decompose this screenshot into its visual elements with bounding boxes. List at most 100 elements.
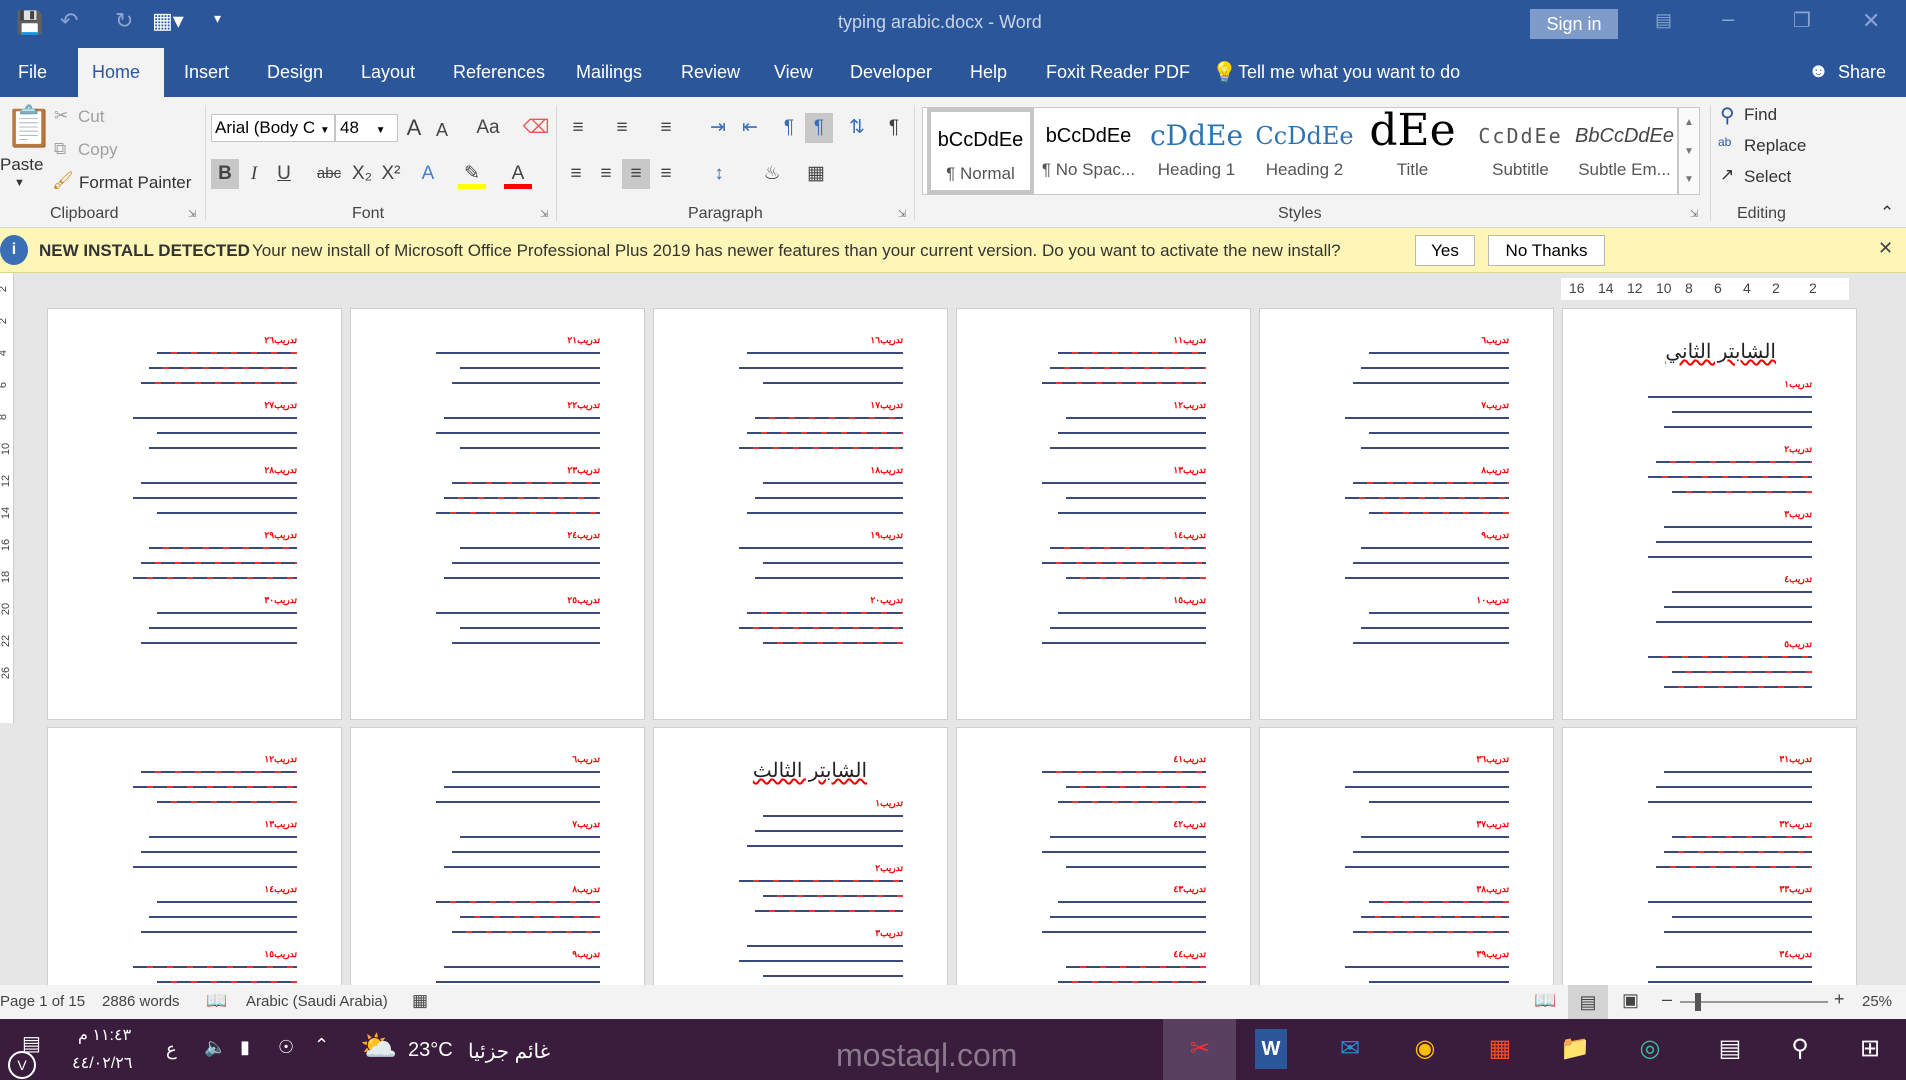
paste-dropdown-icon[interactable]: ▼: [14, 177, 25, 189]
document-page[interactable]: تدريب٢١ تدريب٢٢ تدريب٢٣ تدريب٢٤ تدريب٢٥: [350, 308, 645, 720]
tab-view[interactable]: View: [760, 48, 827, 97]
style-subtle-emphasis[interactable]: BbCcDdEe Subtle Em...: [1571, 108, 1678, 194]
subscript-icon[interactable]: X₂: [348, 159, 376, 189]
tab-review[interactable]: Review: [667, 48, 754, 97]
snipping-tool-icon[interactable]: ✂: [1180, 1029, 1220, 1069]
increase-indent-icon[interactable]: ⇤: [736, 113, 764, 143]
style-heading-2[interactable]: CcDdEe Heading 2: [1251, 108, 1358, 194]
volume-icon[interactable]: 🔈: [204, 1037, 226, 1058]
zoom-in-button[interactable]: +: [1834, 989, 1845, 1010]
borders-icon[interactable]: ▦: [802, 159, 830, 189]
clear-formatting-icon[interactable]: ⌫: [522, 113, 550, 143]
document-page[interactable]: تدريب١١ تدريب١٢ تدريب١٣ تدريب١٤ تدريب١٥: [956, 308, 1251, 720]
styles-launcher-icon[interactable]: ⇲: [1690, 209, 1698, 220]
macro-icon[interactable]: ▦: [412, 991, 428, 1011]
align-right-icon[interactable]: ≡: [622, 159, 650, 189]
tab-design[interactable]: Design: [253, 48, 337, 97]
show-hidden-icons[interactable]: ⌃: [314, 1035, 329, 1056]
clock-time[interactable]: ١١:٤٣ م: [78, 1025, 131, 1045]
word-icon[interactable]: W: [1255, 1029, 1287, 1069]
notifications-icon[interactable]: ▤: [22, 1031, 41, 1056]
start-icon[interactable]: ⊞: [1850, 1029, 1890, 1069]
vertical-ruler[interactable]: 224681012141618202226: [0, 273, 14, 723]
table-icon[interactable]: ▦▾: [152, 8, 184, 34]
show-formatting-icon[interactable]: ¶: [880, 113, 908, 143]
font-size-dropdown[interactable]: 48 ▼: [335, 114, 398, 142]
tell-me-input[interactable]: Tell me what you want to do: [1238, 62, 1460, 83]
tab-home[interactable]: Home: [78, 48, 164, 97]
mail-icon[interactable]: ✉: [1330, 1029, 1370, 1069]
horizontal-ruler[interactable]: 16 14 12 10 8 6 4 2 2: [1561, 278, 1849, 300]
restore-button[interactable]: ❐: [1793, 8, 1811, 33]
font-color-icon[interactable]: A: [504, 159, 532, 189]
save-icon[interactable]: 💾: [16, 10, 43, 36]
italic-button[interactable]: I: [240, 159, 268, 189]
word-count[interactable]: 2886 words: [102, 993, 180, 1010]
store-icon[interactable]: ▦: [1480, 1029, 1520, 1069]
search-icon[interactable]: ⚲: [1780, 1029, 1820, 1069]
language-indicator[interactable]: Arabic (Saudi Arabia): [246, 993, 388, 1010]
minimize-button[interactable]: –: [1722, 6, 1734, 32]
input-language[interactable]: ع: [166, 1039, 177, 1060]
proofing-icon[interactable]: 📖: [206, 991, 227, 1011]
grow-font-icon[interactable]: A: [400, 113, 428, 143]
cut-button[interactable]: Cut: [78, 107, 104, 127]
battery-icon[interactable]: ▮: [240, 1037, 250, 1058]
clock-date[interactable]: ٤٤/٠٢/٢٦: [72, 1053, 132, 1073]
font-name-dropdown[interactable]: Arial (Body C ▼: [211, 114, 335, 142]
align-center-icon[interactable]: ≡: [592, 159, 620, 189]
document-page[interactable]: تدريب٢٦ تدريب٢٧ تدريب٢٨ تدريب٢٩ تدريب٣٠: [47, 308, 342, 720]
align-left-icon[interactable]: ≡: [562, 159, 590, 189]
paragraph-launcher-icon[interactable]: ⇲: [898, 209, 906, 220]
strikethrough-button[interactable]: abc: [312, 159, 346, 189]
shrink-font-icon[interactable]: A: [428, 115, 456, 145]
tab-developer[interactable]: Developer: [836, 48, 946, 97]
decrease-indent-icon[interactable]: ⇥: [704, 113, 732, 143]
tab-references[interactable]: References: [439, 48, 559, 97]
chrome-icon[interactable]: ◉: [1405, 1029, 1445, 1069]
find-button[interactable]: Find: [1744, 105, 1777, 125]
document-page[interactable]: تدريب١٢ تدريب١٣ تدريب١٤ تدريب١٥: [47, 727, 342, 985]
multilevel-list-icon[interactable]: ≡: [652, 113, 680, 143]
clipboard-launcher-icon[interactable]: ⇲: [188, 209, 196, 220]
redo-icon[interactable]: ↻: [115, 8, 133, 34]
tab-foxit[interactable]: Foxit Reader PDF: [1032, 48, 1204, 97]
read-mode-icon[interactable]: 📖: [1534, 990, 1556, 1011]
tab-help[interactable]: Help: [956, 48, 1021, 97]
yes-button[interactable]: Yes: [1415, 235, 1475, 266]
document-page[interactable]: تدريب٣٦ تدريب٣٧ تدريب٣٨ تدريب٣٩: [1259, 727, 1554, 985]
document-page[interactable]: تدريب٤١ تدريب٤٢ تدريب٤٣ تدريب٤٤: [956, 727, 1251, 985]
underline-button[interactable]: U: [270, 159, 298, 189]
justify-icon[interactable]: ≡: [652, 159, 680, 189]
document-page[interactable]: تدريب٦ تدريب٧ تدريب٨ تدريب٩ تدريب١٠: [1259, 308, 1554, 720]
font-launcher-icon[interactable]: ⇲: [540, 209, 548, 220]
customize-qat-icon[interactable]: ▾: [214, 10, 221, 27]
document-page[interactable]: الشابتر الثاني تدريب١ تدريب٢ تدريب٣ تدريب٤ تد…: [1562, 308, 1857, 720]
tab-insert[interactable]: Insert: [170, 48, 243, 97]
tab-layout[interactable]: Layout: [347, 48, 429, 97]
style-subtitle[interactable]: CcDdEe Subtitle: [1467, 108, 1574, 194]
tab-mailings[interactable]: Mailings: [562, 48, 656, 97]
text-effects-icon[interactable]: A: [414, 159, 442, 189]
no-thanks-button[interactable]: No Thanks: [1488, 235, 1605, 266]
paste-icon[interactable]: 📋: [4, 103, 54, 150]
bold-button[interactable]: B: [211, 159, 239, 189]
share-button[interactable]: Share: [1838, 62, 1886, 83]
undo-icon[interactable]: ↶: [60, 8, 78, 34]
highlight-color-icon[interactable]: ✎: [458, 159, 486, 189]
page-count[interactable]: Page 1 of 15: [0, 993, 85, 1010]
sign-in-button[interactable]: Sign in: [1530, 9, 1618, 39]
style-no-spacing[interactable]: bCcDdEe ¶ No Spac...: [1035, 108, 1142, 194]
print-layout-icon[interactable]: ▤: [1568, 985, 1608, 1019]
rtl-icon[interactable]: ¶: [805, 113, 833, 143]
document-area[interactable]: 224681012141618202226 1614121086422 تدري…: [0, 273, 1906, 985]
zoom-level[interactable]: 25%: [1862, 993, 1892, 1010]
task-view-icon[interactable]: ▤: [1710, 1029, 1750, 1069]
change-case-button[interactable]: Aa: [468, 113, 508, 143]
zoom-out-button[interactable]: –: [1662, 989, 1672, 1010]
close-button[interactable]: ✕: [1862, 8, 1880, 34]
superscript-icon[interactable]: X²: [377, 159, 405, 189]
document-page[interactable]: تدريب٣١ تدريب٣٢ تدريب٣٣ تدريب٣٤: [1562, 727, 1857, 985]
network-icon[interactable]: ☉: [278, 1037, 294, 1058]
close-notification-icon[interactable]: ✕: [1878, 238, 1893, 259]
